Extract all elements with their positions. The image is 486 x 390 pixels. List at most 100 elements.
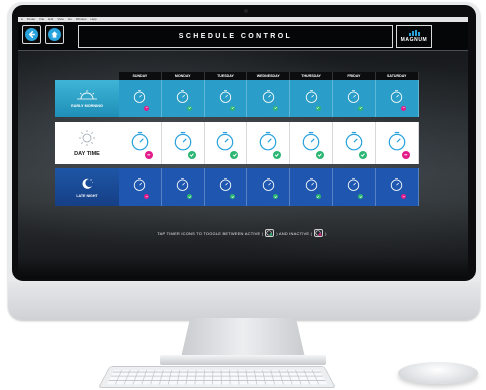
timer-toggle-active[interactable] — [304, 89, 321, 111]
row-label: DAY TIME — [55, 122, 119, 164]
check-icon — [229, 194, 235, 199]
brand-logo: MAGNUM — [396, 25, 432, 48]
schedule-cell — [375, 168, 419, 206]
schedule-cell — [375, 80, 419, 117]
day-header-friday: FRIDAY — [332, 72, 376, 80]
check-icon — [358, 105, 364, 111]
schedule-cell — [161, 122, 205, 164]
schedule-cell — [332, 80, 376, 117]
stand-base — [160, 355, 326, 365]
timer-toggle-active[interactable] — [346, 177, 364, 199]
minus-icon — [144, 150, 153, 159]
app-header: SCHEDULE CONTROL MAGNUM — [18, 22, 468, 51]
row-label-text: DAY TIME — [74, 151, 100, 157]
sunrise-icon — [76, 89, 98, 102]
row-label-text: LATE NIGHT — [76, 193, 98, 198]
schedule-cell — [375, 122, 419, 164]
check-icon — [272, 194, 278, 199]
schedule-cell — [204, 122, 248, 164]
magic-mouse — [398, 362, 478, 384]
desktop-scene: ● Finder File Edit View Go Window Help S… — [0, 0, 486, 390]
toggle-hint: TAP TIMER ICONS TO TOGGLE BETWEEN ACTIVE… — [55, 229, 429, 237]
screen-shadow — [18, 257, 468, 279]
schedule-cell — [204, 168, 248, 206]
row-label-text: EARLY MORNING — [71, 104, 103, 108]
row-label: EARLY MORNING — [55, 80, 119, 117]
sun-icon — [78, 129, 96, 149]
logo-bars-icon — [408, 30, 420, 36]
check-icon — [315, 105, 321, 111]
check-icon — [272, 105, 278, 111]
schedule-row-day-time: DAY TIME — [55, 122, 419, 164]
timer-toggle-active[interactable] — [175, 177, 193, 199]
minus-icon — [144, 105, 150, 111]
monitor-chin — [8, 282, 480, 320]
schedule-row-late-night: LATE NIGHT — [55, 168, 419, 206]
minus-icon — [401, 194, 407, 199]
schedule-cell — [247, 168, 291, 206]
timer-toggle-inactive[interactable] — [389, 177, 407, 199]
keyboard — [98, 366, 336, 388]
minus-icon — [401, 105, 407, 111]
timer-toggle-inactive[interactable] — [132, 89, 150, 111]
schedule-cell — [247, 80, 291, 117]
schedule-cell — [290, 122, 333, 164]
check-icon — [358, 194, 364, 199]
timer-toggle-inactive[interactable] — [129, 130, 153, 159]
day-header-row: SUNDAY MONDAY TUESDAY WEDNESDAY THURSDAY FRID… — [119, 72, 419, 80]
schedule-cell — [119, 168, 162, 206]
timer-toggle-inactive[interactable] — [386, 130, 410, 159]
inactive-timer-icon — [314, 229, 324, 237]
check-icon — [316, 150, 325, 159]
check-icon — [273, 150, 282, 159]
day-header-thursday: THURSDAY — [290, 72, 333, 80]
back-button[interactable] — [22, 25, 41, 44]
timer-toggle-active[interactable] — [257, 130, 282, 159]
check-icon — [187, 150, 196, 159]
timer-toggle-active[interactable] — [214, 130, 239, 159]
timer-toggle-active[interactable] — [172, 130, 196, 159]
hint-text-2: ) AND INACTIVE ( — [276, 230, 313, 236]
timer-toggle-active[interactable] — [218, 89, 235, 111]
minus-icon — [144, 194, 150, 199]
schedule-cell — [119, 80, 162, 117]
schedule-cell — [247, 122, 291, 164]
check-icon — [315, 194, 321, 199]
row-label: LATE NIGHT — [55, 168, 119, 206]
check-icon — [187, 105, 193, 111]
moon-icon — [80, 177, 94, 192]
check-icon — [187, 194, 193, 199]
timer-toggle-active[interactable] — [218, 177, 235, 199]
hint-text-3: ) — [325, 230, 327, 236]
arrow-left-icon — [25, 28, 38, 41]
page-title: SCHEDULE CONTROL — [78, 25, 393, 48]
schedule-cell — [290, 80, 333, 117]
day-header-tuesday: TUESDAY — [204, 72, 248, 80]
timer-toggle-active[interactable] — [343, 130, 367, 159]
day-header-wednesday: WEDNESDAY — [247, 72, 291, 80]
check-icon — [229, 105, 235, 111]
timer-toggle-inactive[interactable] — [132, 177, 150, 199]
minus-icon — [401, 150, 410, 159]
timer-toggle-active[interactable] — [261, 177, 278, 199]
timer-toggle-inactive[interactable] — [389, 89, 407, 111]
home-button[interactable] — [45, 25, 64, 44]
schedule-cell — [290, 168, 333, 206]
timer-toggle-active[interactable] — [261, 89, 278, 111]
schedule-cell — [332, 168, 376, 206]
day-header-sunday: SUNDAY — [119, 72, 162, 80]
schedule-row-early-morning: EARLY MORNING — [55, 80, 419, 117]
schedule-cell — [161, 168, 205, 206]
day-header-saturday: SATURDAY — [375, 72, 419, 80]
schedule-cell — [332, 122, 376, 164]
day-header-monday: MONDAY — [161, 72, 205, 80]
timer-toggle-active[interactable] — [175, 89, 193, 111]
screen: ● Finder File Edit View Go Window Help S… — [18, 17, 468, 279]
check-icon — [230, 150, 239, 159]
schedule-cell — [161, 80, 205, 117]
timer-toggle-active[interactable] — [304, 177, 321, 199]
camera — [244, 9, 248, 13]
hint-text-1: TAP TIMER ICONS TO TOGGLE BETWEEN ACTIVE… — [157, 230, 264, 236]
timer-toggle-active[interactable] — [300, 130, 325, 159]
timer-toggle-active[interactable] — [346, 89, 364, 111]
